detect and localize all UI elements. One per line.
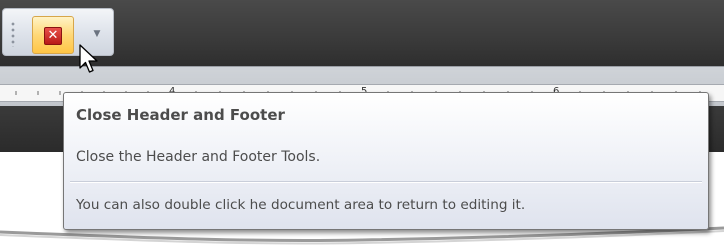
tooltip-note: You can also double click he document ar… bbox=[76, 197, 526, 213]
close-x-icon: ✕ bbox=[44, 27, 62, 45]
chevron-down-icon: ▼ bbox=[93, 29, 101, 39]
tooltip-close-header-footer: Close Header and Footer Close the Header… bbox=[63, 92, 709, 230]
toolbar-dropdown-button[interactable]: ▼ bbox=[89, 27, 105, 41]
toolbar-grip-handle[interactable] bbox=[11, 21, 15, 47]
tooltip-description: Close the Header and Footer Tools. bbox=[76, 149, 321, 165]
tooltip-title: Close Header and Footer bbox=[76, 106, 285, 124]
app-background: ✕ ▼ bbox=[0, 0, 724, 66]
close-header-footer-button[interactable]: ✕ bbox=[32, 16, 74, 54]
arrow-cursor-icon bbox=[79, 44, 98, 73]
tooltip-divider bbox=[70, 181, 702, 183]
